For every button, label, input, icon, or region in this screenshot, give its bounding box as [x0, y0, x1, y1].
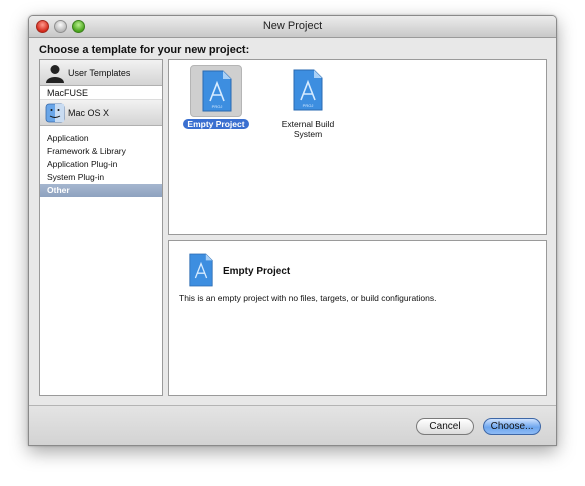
svg-text:PROJ: PROJ [212, 104, 223, 109]
sidebar-group-user-templates[interactable]: User Templates [40, 60, 162, 86]
template-category-sidebar: User Templates MacFUSE Mac OS X Applicat… [39, 59, 163, 396]
sidebar-item-other[interactable]: Other [40, 184, 162, 197]
user-silhouette-icon [46, 65, 64, 83]
category-list: Application Framework & Library Applicat… [40, 126, 162, 197]
sidebar-group-label: Mac OS X [68, 108, 110, 118]
dialog-footer: Cancel Choose... [29, 405, 556, 445]
page-heading: Choose a template for your new project: [39, 44, 250, 56]
template-label: Empty Project [177, 119, 255, 129]
template-icon-box: PROJ [190, 65, 242, 117]
sidebar-item-application-plugin[interactable]: Application Plug-in [40, 158, 162, 171]
template-external-build-system[interactable]: PROJ External Build System [269, 65, 347, 139]
choose-button[interactable]: Choose... [483, 418, 541, 435]
new-project-window: New Project Choose a template for your n… [28, 15, 557, 446]
sidebar-group-macosx[interactable]: Mac OS X [40, 100, 162, 126]
template-name: Empty Project [223, 266, 291, 277]
template-label: External Build System [281, 119, 335, 139]
sidebar-group-label: User Templates [68, 68, 131, 78]
finder-icon [45, 103, 65, 123]
template-grid: PROJ Empty Project PROJ External Build S… [168, 59, 547, 235]
title-bar: New Project [29, 16, 556, 38]
window-title: New Project [262, 20, 323, 32]
template-empty-project[interactable]: PROJ Empty Project [177, 65, 255, 129]
sidebar-item-framework-library[interactable]: Framework & Library [40, 145, 162, 158]
template-description: This is an empty project with no files, … [179, 293, 437, 303]
sidebar-item-system-plugin[interactable]: System Plug-in [40, 171, 162, 184]
sidebar-item-macfuse[interactable]: MacFUSE [40, 86, 162, 100]
project-document-icon: PROJ [202, 70, 232, 112]
sidebar-item-application[interactable]: Application [40, 132, 162, 145]
svg-text:PROJ: PROJ [303, 103, 314, 108]
project-document-icon: PROJ [293, 69, 323, 111]
template-icon-box: PROJ [282, 65, 334, 117]
cancel-button[interactable]: Cancel [416, 418, 474, 435]
project-document-icon [189, 253, 213, 287]
template-description-pane: Empty Project This is an empty project w… [168, 240, 547, 396]
